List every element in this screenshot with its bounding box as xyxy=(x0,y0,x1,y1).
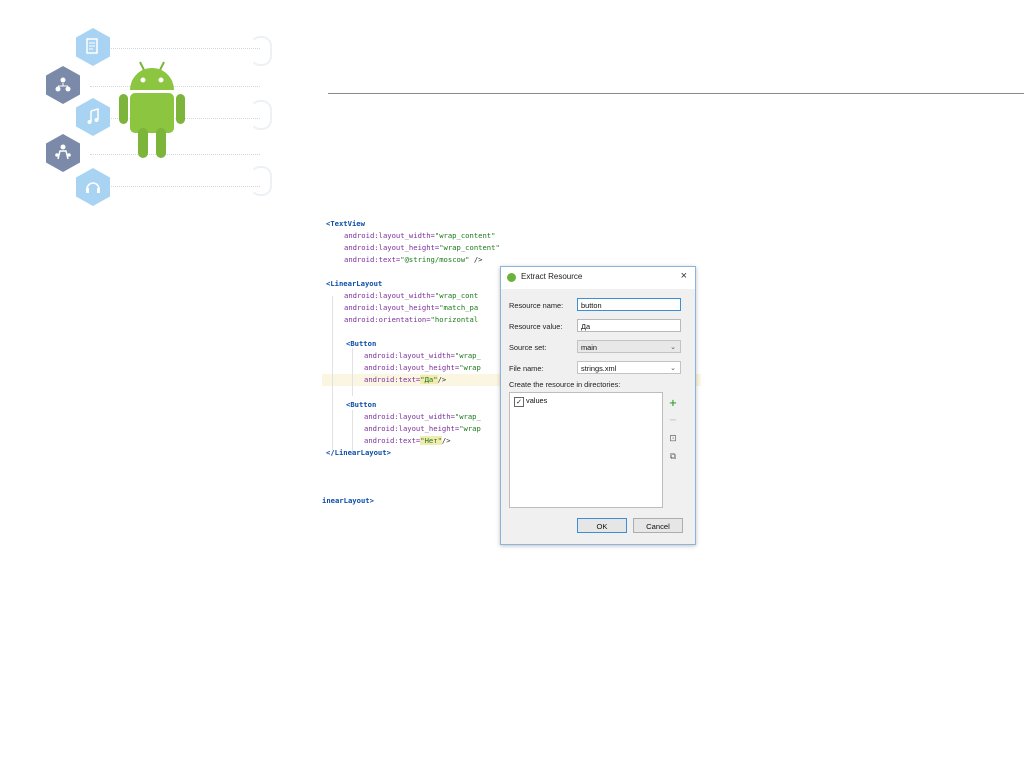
ide-screenshot: <TextView android:layout_width="wrap_cont… xyxy=(322,214,701,551)
people-icon xyxy=(46,66,80,104)
file-name-label: File name: xyxy=(509,364,544,373)
code-token: android:layout_height= xyxy=(344,303,440,312)
code-token: "@string/moscow" xyxy=(400,255,470,264)
code-line: android:layout_width="wrap_cont xyxy=(344,290,478,302)
code-token: <LinearLayout xyxy=(326,279,383,288)
code-token: /> xyxy=(469,255,483,264)
code-token: "horizontal xyxy=(430,315,479,324)
file-name-select[interactable]: strings.xml ⌄ xyxy=(577,361,681,374)
android-studio-icon xyxy=(507,273,516,282)
resource-value-input[interactable]: Да xyxy=(577,319,681,332)
resource-name-label: Resource name: xyxy=(509,301,564,310)
dotted-line xyxy=(90,186,260,187)
code-token: "wrap_ xyxy=(454,351,481,360)
family-icon xyxy=(46,134,80,172)
code-line: android:layout_width="wrap_content" xyxy=(344,230,495,242)
minus-icon[interactable]: − xyxy=(667,415,679,427)
copy-icon[interactable]: ⧉ xyxy=(667,451,679,463)
code-token: </LinearLayout> xyxy=(326,448,391,457)
code-line: inearLayout> xyxy=(322,495,374,507)
code-token: android:layout_height= xyxy=(364,363,460,372)
select-all-icon[interactable]: ⊡ xyxy=(667,433,679,445)
code-line: android:layout_width="wrap_ xyxy=(364,350,481,362)
code-token: "Нет" xyxy=(420,436,442,445)
slide: <TextView android:layout_width="wrap_cont… xyxy=(0,0,1024,767)
code-line: <LinearLayout xyxy=(326,278,382,290)
resource-value-label: Resource value: xyxy=(509,322,563,331)
code-token: android:text= xyxy=(364,436,421,445)
values-checkbox[interactable]: ✓ xyxy=(514,397,524,407)
directory-item-label: values xyxy=(526,396,548,405)
code-token: "Да" xyxy=(420,375,438,384)
code-token: "wrap xyxy=(459,363,481,372)
code-line: android:text="Да"/> xyxy=(364,374,446,386)
title-underline xyxy=(328,93,1024,94)
code-token: "wrap_content" xyxy=(439,243,500,252)
code-line: android:layout_height="wrap xyxy=(364,362,481,374)
chevron-down-icon: ⌄ xyxy=(670,365,676,372)
plus-icon[interactable]: + xyxy=(667,398,679,410)
music-icon xyxy=(76,98,110,136)
close-icon[interactable]: × xyxy=(681,270,687,282)
dotted-line xyxy=(90,48,260,49)
code-line: </LinearLayout> xyxy=(326,447,391,459)
dialog-title: Extract Resource xyxy=(521,272,583,281)
source-set-value: main xyxy=(581,343,598,352)
faint-decoration xyxy=(250,100,272,130)
code-token: /> xyxy=(441,436,451,445)
code-token: android:layout_width= xyxy=(344,231,435,240)
source-set-label: Source set: xyxy=(509,343,547,352)
code-token: android:layout_height= xyxy=(344,243,440,252)
code-token: "match_pa xyxy=(439,303,479,312)
code-token: /> xyxy=(437,375,447,384)
code-line: android:layout_width="wrap_ xyxy=(364,411,481,423)
headphones-icon xyxy=(76,168,110,206)
cancel-button[interactable]: Cancel xyxy=(633,518,683,533)
faint-decoration xyxy=(250,36,272,66)
code-line: <Button xyxy=(346,338,376,350)
code-token: "wrap xyxy=(459,424,481,433)
code-line: <TextView xyxy=(326,218,365,230)
code-line: android:layout_height="match_pa xyxy=(344,302,478,314)
code-token: android:text= xyxy=(364,375,421,384)
code-token: android:layout_height= xyxy=(364,424,460,433)
code-token: "wrap_ xyxy=(454,412,481,421)
code-line: <Button xyxy=(346,399,376,411)
directories-label: Create the resource in directories: xyxy=(509,380,621,389)
code-line: android:layout_height="wrap xyxy=(364,423,481,435)
code-token: android:layout_width= xyxy=(364,351,455,360)
chevron-down-icon: ⌄ xyxy=(670,344,676,351)
code-line: android:text="@string/moscow" /> xyxy=(344,254,483,266)
code-token: "wrap_content" xyxy=(434,231,496,240)
code-token: <Button xyxy=(346,400,377,409)
android-mascot xyxy=(118,58,186,162)
document-icon xyxy=(76,28,110,66)
code-line: android:layout_height="wrap_content" xyxy=(344,242,500,254)
dialog-titlebar: Extract Resource × xyxy=(501,267,695,289)
code-token: <Button xyxy=(346,339,377,348)
code-token: android:layout_width= xyxy=(364,412,455,421)
file-name-value: strings.xml xyxy=(581,364,617,373)
code-token: "wrap_cont xyxy=(434,291,479,300)
faint-decoration xyxy=(250,166,272,196)
directories-list[interactable]: ✓ values xyxy=(509,392,663,508)
code-token: android:orientation= xyxy=(344,315,431,324)
extract-resource-dialog: Extract Resource × Resource name: button… xyxy=(500,266,696,545)
ok-button[interactable]: OK xyxy=(577,518,627,533)
source-set-select[interactable]: main ⌄ xyxy=(577,340,681,353)
code-token: inearLayout> xyxy=(322,496,374,505)
code-token: <TextView xyxy=(326,219,365,228)
code-token: android:text= xyxy=(344,255,401,264)
code-line: android:orientation="horizontal xyxy=(344,314,478,326)
code-token: android:layout_width= xyxy=(344,291,435,300)
resource-name-input[interactable]: button xyxy=(577,298,681,311)
code-line: android:text="Нет"/> xyxy=(364,435,451,447)
